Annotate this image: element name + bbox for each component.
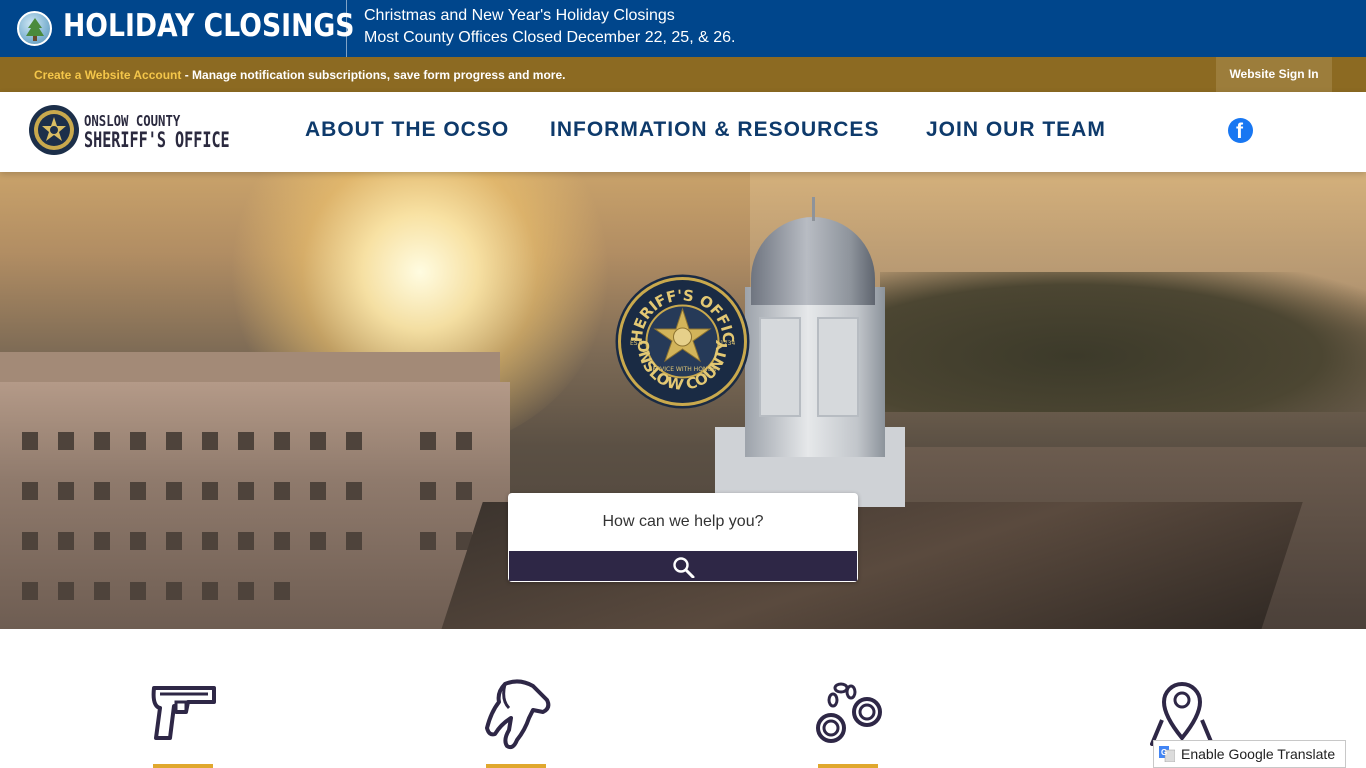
hero-banner: SHERIFF'S OFFICE ONSLOW COUNTY EST. 1734… xyxy=(0,172,1366,629)
k9-dog-icon xyxy=(485,679,551,750)
account-bar: Create a Website Account - Manage notifi… xyxy=(0,57,1366,92)
seal-motto-text: SERVICE WITH HONOR xyxy=(649,366,717,373)
holiday-alert-banner[interactable]: HOLIDAY CLOSINGS Christmas and New Year'… xyxy=(0,0,1366,57)
site-header: ONSLOW COUNTY SHERIFF'S OFFICE ABOUT THE… xyxy=(0,92,1366,172)
quick-link-accent-bar xyxy=(818,764,878,768)
quick-link-handgun[interactable] xyxy=(150,678,230,768)
hero-building-left xyxy=(0,382,510,629)
website-sign-in-button[interactable]: Website Sign In xyxy=(1216,57,1332,92)
map-pin-icon xyxy=(1150,682,1214,746)
quick-link-handcuffs[interactable] xyxy=(815,678,895,768)
sheriff-seal-icon: SHERIFF'S OFFICE ONSLOW COUNTY EST. 1734… xyxy=(609,259,751,410)
nav-information-resources[interactable]: INFORMATION & RESOURCES xyxy=(550,118,879,142)
quick-link-accent-bar xyxy=(486,764,546,768)
seal-est-text: EST. xyxy=(630,340,643,347)
handcuffs-icon xyxy=(816,682,882,743)
google-translate-button[interactable]: G Enable Google Translate xyxy=(1153,740,1346,768)
logo-office-text[interactable]: SHERIFF'S OFFICE xyxy=(84,128,230,152)
alert-headline-link[interactable]: Christmas and New Year's Holiday Closing… xyxy=(364,7,675,25)
quick-link-accent-bar xyxy=(153,764,213,768)
handgun-icon xyxy=(151,686,216,740)
hero-trees xyxy=(880,272,1366,412)
search-button[interactable] xyxy=(508,550,858,582)
facebook-icon[interactable]: f xyxy=(1228,118,1253,143)
alert-subtext: Most County Offices Closed December 22, … xyxy=(364,29,736,46)
hero-cupola xyxy=(745,287,885,457)
christmas-tree-icon xyxy=(17,11,52,46)
nav-about[interactable]: ABOUT THE OCSO xyxy=(305,118,509,142)
google-translate-icon: G xyxy=(1159,746,1175,762)
site-search xyxy=(508,493,858,582)
svg-text:G: G xyxy=(1161,748,1167,757)
alert-divider xyxy=(346,0,347,57)
alert-title: HOLIDAY CLOSINGS xyxy=(63,8,355,44)
account-message: Create a Website Account - Manage notifi… xyxy=(34,68,565,82)
google-translate-label: Enable Google Translate xyxy=(1181,746,1336,762)
seal-year-text: 1734 xyxy=(720,340,735,347)
sheriff-badge-logo-icon[interactable] xyxy=(28,104,80,156)
search-icon xyxy=(673,557,695,578)
quick-link-k9[interactable] xyxy=(483,678,563,768)
nav-join-our-team[interactable]: JOIN OUR TEAM xyxy=(926,118,1106,142)
create-account-link[interactable]: Create a Website Account xyxy=(34,68,181,82)
account-description: - Manage notification subscriptions, sav… xyxy=(181,68,566,82)
search-input[interactable] xyxy=(508,493,858,550)
hero-spire xyxy=(812,197,815,221)
